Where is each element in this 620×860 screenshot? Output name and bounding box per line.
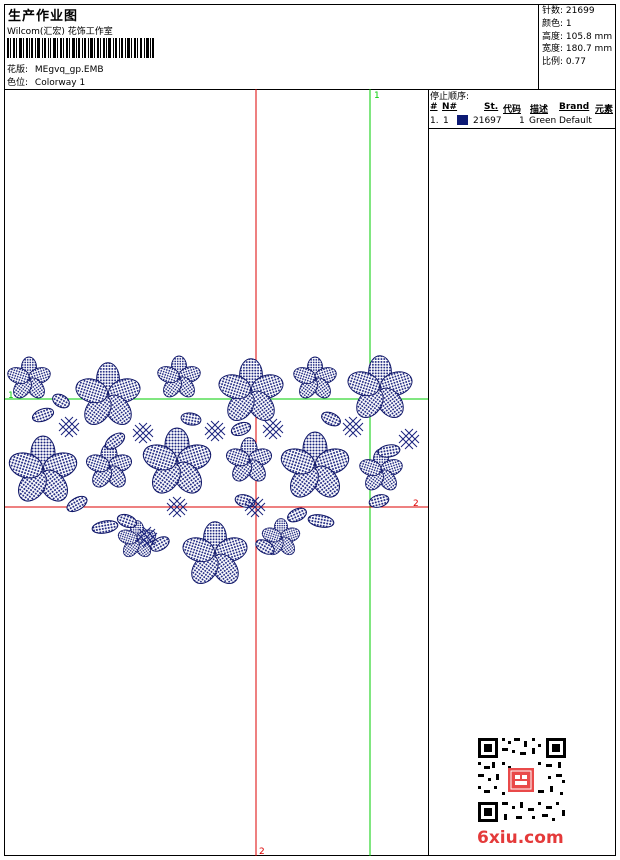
studio-name: Wilcom(汇宏) 花饰工作室: [7, 27, 113, 37]
col-header-stitches: St.: [484, 102, 499, 112]
design-file-value: MEgvq_gp.EMB: [34, 65, 104, 75]
page-title: 生产作业图: [8, 9, 79, 24]
guide-label-h-green: 1: [8, 391, 14, 401]
row-code: 1: [519, 116, 525, 126]
design-preview: 1 1 2 2: [5, 89, 428, 856]
row-description: Green: [529, 116, 557, 126]
table-divider: [429, 128, 616, 129]
watermark-logo: 6xiu.com: [477, 828, 564, 848]
colorway-label: 色位:: [7, 78, 29, 88]
stat-width: 宽度: 180.7 mm: [542, 44, 613, 55]
row-brand: Default: [559, 116, 592, 126]
col-header-index: #: [430, 102, 438, 112]
thread-color-swatch: [457, 115, 468, 125]
qr-code: [476, 736, 568, 824]
floral-motif: [6, 355, 416, 590]
header-info: 生产作业图 Wilcom(汇宏) 花饰工作室 花版: MEgvq_gp.EMB …: [5, 5, 539, 89]
row-index: 1.: [430, 116, 439, 126]
design-file-row: 花版: MEgvq_gp.EMB: [7, 62, 104, 75]
colorway-row: 色位: Colorway 1: [7, 75, 85, 88]
stop-sequence-title: 停止顺序:: [430, 92, 470, 102]
stat-colors: 颜色: 1: [542, 18, 572, 29]
col-header-code: 代码: [503, 105, 522, 115]
colorway-value: Colorway 1: [34, 78, 86, 88]
col-header-element: 元素: [595, 105, 614, 115]
guide-label-v-green: 1: [374, 91, 380, 101]
barcode: [7, 38, 154, 58]
stat-height: 高度: 105.8 mm: [542, 31, 613, 42]
col-header-brand: Brand: [559, 102, 590, 112]
design-file-label: 花版:: [7, 65, 29, 75]
embroidery-design: 1 1 2 2: [5, 89, 428, 856]
header-section: 生产作业图 Wilcom(汇宏) 花饰工作室 花版: MEgvq_gp.EMB …: [5, 5, 615, 90]
worksheet-page: 生产作业图 Wilcom(汇宏) 花饰工作室 花版: MEgvq_gp.EMB …: [4, 4, 616, 856]
design-stats: 针数: 21699 颜色: 1 高度: 105.8 mm 宽度: 180.7 m…: [542, 5, 612, 69]
guide-label-h-red: 2: [413, 499, 419, 509]
guide-label-v-red: 2: [259, 847, 265, 856]
col-header-needle: N#: [442, 102, 458, 112]
stat-stitches: 针数: 21699: [542, 6, 595, 16]
row-needle: 1: [443, 116, 449, 126]
row-stitches: 21697: [473, 116, 502, 126]
col-header-description: 描述: [530, 105, 549, 115]
stat-scale: 比例: 0.77: [542, 57, 586, 68]
